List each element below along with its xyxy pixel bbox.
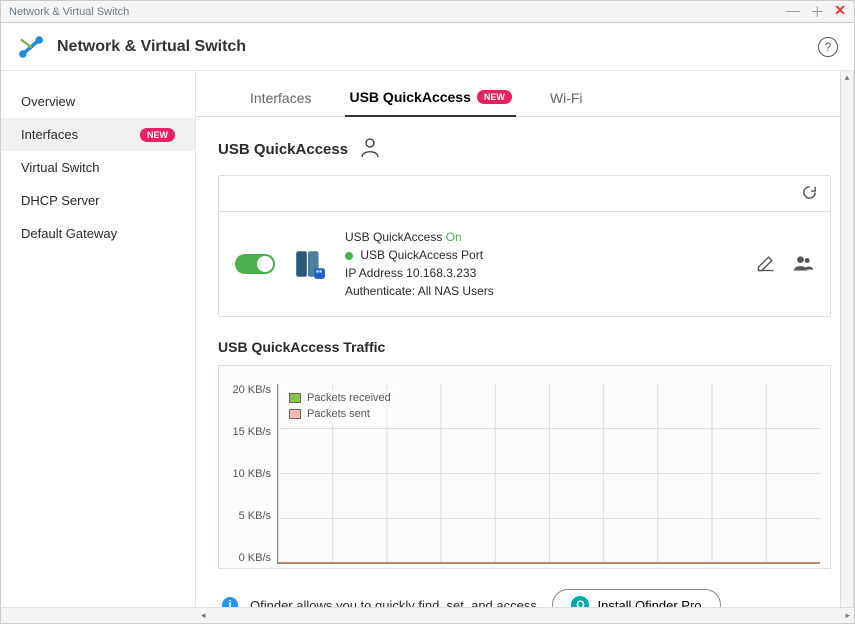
- chart-legend: Packets received Packets sent: [286, 390, 394, 426]
- tab-interfaces[interactable]: Interfaces: [246, 89, 315, 116]
- sidebar-item-label: Interfaces: [21, 127, 78, 142]
- sidebar-item-interfaces[interactable]: Interfaces NEW: [1, 118, 195, 151]
- tab-wifi[interactable]: Wi-Fi: [546, 89, 587, 116]
- device-row: USB QuickAccess On USB QuickAccess Port …: [219, 212, 830, 316]
- ytick: 10 KB/s: [232, 468, 271, 480]
- window-close-icon[interactable]: ✕: [834, 2, 846, 22]
- device-port: USB QuickAccess Port: [360, 248, 483, 262]
- new-badge: NEW: [140, 128, 175, 142]
- window-maximize-icon[interactable]: ＋: [810, 2, 824, 22]
- person-icon: [358, 135, 382, 163]
- device-name: USB QuickAccess: [345, 230, 442, 244]
- auth-value: All NAS Users: [418, 284, 494, 298]
- tab-usb-quickaccess[interactable]: USB QuickAccess NEW: [345, 89, 515, 117]
- footer-text: Qfinder allows you to quickly find, set,…: [250, 598, 540, 608]
- app-header: Network & Virtual Switch ?: [1, 23, 854, 71]
- legend-swatch-icon: [289, 409, 301, 419]
- sidebar-item-label: DHCP Server: [21, 193, 100, 208]
- tab-label: Wi-Fi: [550, 90, 583, 106]
- legend-swatch-icon: [289, 393, 301, 403]
- legend-label: Packets received: [307, 392, 391, 404]
- tab-label: Interfaces: [250, 90, 311, 106]
- button-label: Install Qfinder Pro: [597, 598, 701, 608]
- enable-toggle[interactable]: [235, 254, 275, 274]
- auth-label: Authenticate:: [345, 284, 415, 298]
- new-badge: NEW: [477, 90, 512, 104]
- sidebar-item-label: Virtual Switch: [21, 160, 100, 175]
- nas-device-icon: [293, 247, 327, 281]
- ytick: 20 KB/s: [232, 384, 271, 396]
- sidebar-item-dhcp-server[interactable]: DHCP Server: [1, 184, 195, 217]
- horizontal-scrollbar[interactable]: ◂ ▸: [1, 607, 854, 623]
- scroll-up-icon[interactable]: ▴: [841, 71, 853, 84]
- ip-value: 10.168.3.233: [406, 266, 476, 280]
- section-title-text: USB QuickAccess: [218, 141, 348, 158]
- device-status: On: [446, 230, 462, 244]
- app-logo-icon: [17, 33, 45, 61]
- traffic-title: USB QuickAccess Traffic: [218, 339, 831, 355]
- sidebar-item-virtual-switch[interactable]: Virtual Switch: [1, 151, 195, 184]
- info-icon: i: [222, 597, 238, 607]
- sidebar-item-label: Default Gateway: [21, 226, 117, 241]
- ytick: 0 KB/s: [239, 552, 271, 564]
- device-card: USB QuickAccess On USB QuickAccess Port …: [218, 175, 831, 317]
- row-actions: [756, 253, 814, 276]
- legend-item-tx: Packets sent: [289, 408, 391, 420]
- chart-plot-area: Packets received Packets sent: [277, 384, 820, 564]
- window-controls: — ＋ ✕: [786, 2, 846, 22]
- window-minimize-icon[interactable]: —: [786, 2, 800, 22]
- tab-label: USB QuickAccess: [349, 89, 470, 105]
- chart-zero-line: [278, 562, 820, 563]
- footer-hint: i Qfinder allows you to quickly find, se…: [218, 569, 831, 607]
- ip-label: IP Address: [345, 266, 403, 280]
- scroll-left-icon[interactable]: ◂: [201, 610, 206, 621]
- traffic-chart: 20 KB/s 15 KB/s 10 KB/s 5 KB/s 0 KB/s Pa…: [218, 365, 831, 569]
- sidebar: Overview Interfaces NEW Virtual Switch D…: [1, 71, 196, 607]
- sidebar-item-label: Overview: [21, 94, 75, 109]
- app-title: Network & Virtual Switch: [57, 38, 246, 56]
- sidebar-item-overview[interactable]: Overview: [1, 85, 195, 118]
- main-content: USB QuickAccess USB Q: [196, 117, 853, 607]
- sidebar-item-default-gateway[interactable]: Default Gateway: [1, 217, 195, 250]
- status-dot-icon: [345, 252, 353, 260]
- toggle-knob: [257, 256, 273, 272]
- chart-yaxis: 20 KB/s 15 KB/s 10 KB/s 5 KB/s 0 KB/s: [229, 384, 277, 564]
- vertical-scrollbar[interactable]: ▴: [840, 71, 853, 607]
- refresh-icon[interactable]: [801, 184, 818, 204]
- ytick: 5 KB/s: [239, 510, 271, 522]
- scroll-right-icon[interactable]: ▸: [845, 610, 850, 621]
- qfinder-icon: Q: [571, 596, 589, 607]
- ytick: 15 KB/s: [232, 426, 271, 438]
- legend-item-rx: Packets received: [289, 392, 391, 404]
- users-icon[interactable]: [792, 253, 814, 276]
- window-title: Network & Virtual Switch: [9, 6, 129, 18]
- edit-icon[interactable]: [756, 253, 776, 276]
- card-header: [219, 176, 830, 212]
- device-details: USB QuickAccess On USB QuickAccess Port …: [345, 228, 738, 300]
- app-body: Overview Interfaces NEW Virtual Switch D…: [1, 71, 854, 607]
- legend-label: Packets sent: [307, 408, 370, 420]
- main-panel: Interfaces USB QuickAccess NEW Wi-Fi USB…: [196, 71, 854, 607]
- section-title: USB QuickAccess: [218, 135, 831, 163]
- install-qfinder-button[interactable]: Q Install Qfinder Pro: [552, 589, 720, 607]
- window-titlebar: Network & Virtual Switch — ＋ ✕: [1, 1, 854, 23]
- tabbar: Interfaces USB QuickAccess NEW Wi-Fi: [196, 71, 853, 117]
- help-icon[interactable]: ?: [818, 37, 838, 57]
